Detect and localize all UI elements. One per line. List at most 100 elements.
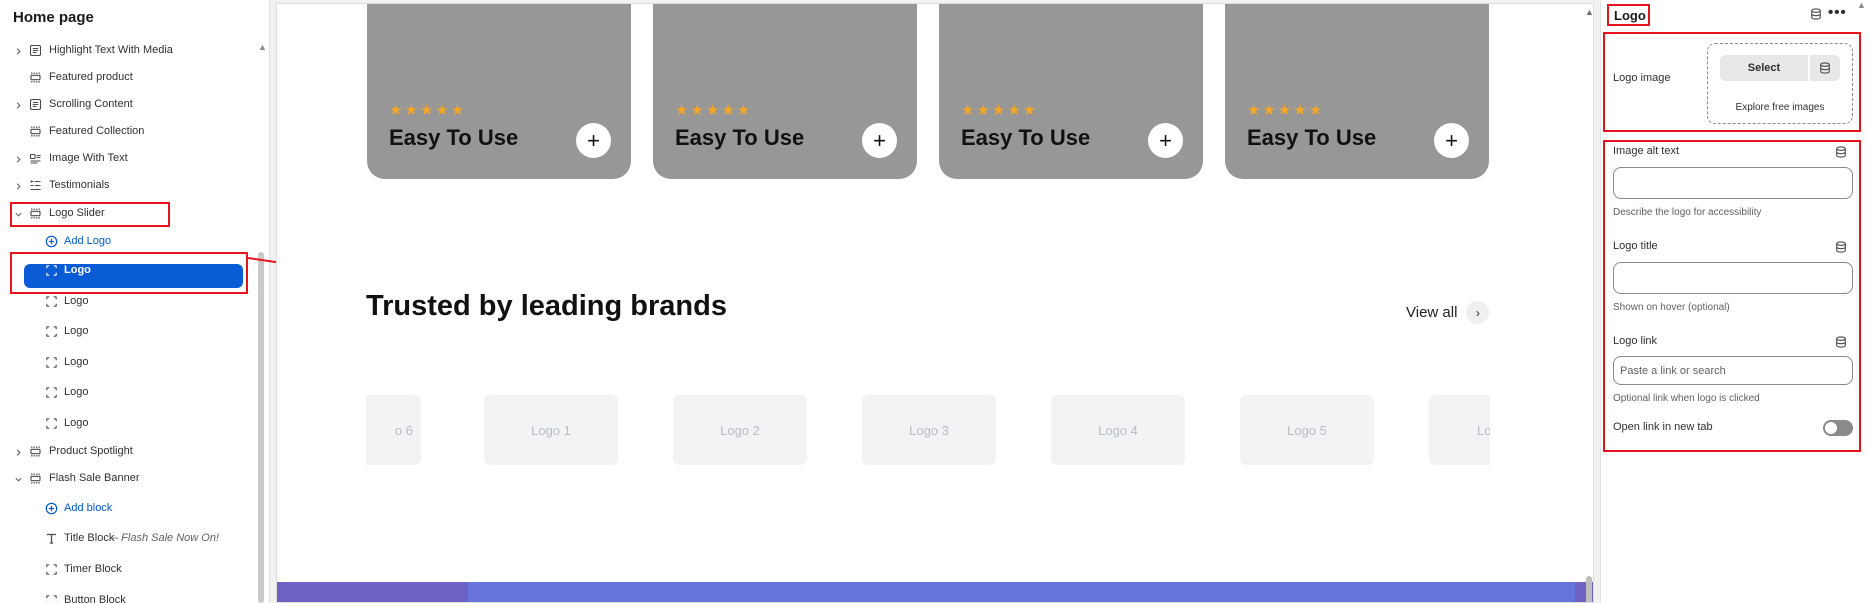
logo-tile[interactable]: Logo 3 — [862, 395, 996, 465]
rating-stars: ★★★★★ — [961, 102, 1039, 119]
block-row[interactable]: Timer Block — [0, 557, 256, 583]
section-row[interactable]: Featured product — [0, 65, 256, 91]
card-title: Easy To Use — [1247, 125, 1377, 150]
layout-section-icon — [29, 71, 42, 84]
card-plus-button[interactable]: + — [1148, 123, 1183, 158]
card-title: Easy To Use — [389, 125, 519, 150]
block-icon — [45, 295, 58, 308]
layout-section-icon — [29, 472, 42, 485]
scroll-up-arrow-icon[interactable]: ▲ — [258, 42, 267, 52]
section-row[interactable]: Testimonials — [0, 173, 256, 199]
tree-row-label: Logo — [64, 386, 89, 398]
logo-slider-strip: o 6 Logo 1 Logo 2 Logo 3 Logo 4 Logo 5 L… — [366, 392, 1490, 468]
logo-tile[interactable]: Lo — [1429, 395, 1490, 465]
section-row[interactable]: Flash Sale Banner — [0, 466, 256, 492]
tree-row-label: Button Block — [64, 594, 126, 603]
canvas-scroll-thumb[interactable] — [1586, 576, 1592, 602]
scroll-up-arrow-icon[interactable]: ▲ — [1585, 7, 1593, 17]
tree-row-label: Title Block — [64, 532, 115, 544]
card-plus-button[interactable]: + — [576, 123, 611, 158]
section-row[interactable]: Scrolling Content — [0, 92, 256, 118]
card-plus-button[interactable]: + — [1434, 123, 1469, 158]
text-t-icon — [45, 532, 58, 545]
tree-row-label: Featured Collection — [49, 125, 145, 137]
tree-row-subtitle: – Flash Sale Now On! — [112, 532, 219, 544]
text-section-icon — [29, 98, 42, 111]
plus-circle-icon — [45, 235, 58, 248]
chevron-right-icon[interactable] — [12, 45, 24, 57]
list-section-icon — [29, 179, 42, 192]
image-text-section-icon — [29, 152, 42, 165]
rating-stars: ★★★★★ — [675, 102, 753, 119]
view-all-label: View all — [1406, 304, 1458, 321]
database-icon[interactable] — [1810, 8, 1822, 20]
tree-row-label: Scrolling Content — [49, 98, 133, 110]
scroll-up-arrow-icon[interactable]: ▲ — [1857, 0, 1866, 10]
section-heading: Trusted by leading brands — [366, 290, 727, 322]
flash-sale-banner-gradient — [468, 582, 1575, 602]
rating-stars: ★★★★★ — [389, 102, 467, 119]
logo-tile[interactable]: o 6 — [366, 395, 421, 465]
chevron-down-icon[interactable] — [12, 473, 24, 485]
chevron-right-icon: › — [1466, 301, 1490, 324]
logo-tile[interactable]: Logo 5 — [1240, 395, 1374, 465]
tree-row-label: Logo — [64, 325, 89, 337]
block-icon — [45, 325, 58, 338]
section-row[interactable]: Product Spotlight — [0, 439, 256, 465]
card-plus-button[interactable]: + — [862, 123, 897, 158]
layout-section-icon — [29, 125, 42, 138]
block-icon — [45, 563, 58, 576]
rating-stars: ★★★★★ — [1247, 102, 1325, 119]
sections-sidebar: Home page Highlight Text With Media Featu… — [0, 0, 270, 603]
chevron-right-icon[interactable] — [12, 153, 24, 165]
block-icon — [45, 356, 58, 369]
block-row[interactable]: Logo — [0, 380, 256, 406]
section-row[interactable]: Highlight Text With Media — [0, 38, 256, 64]
feature-card: ★★★★★ Easy To Use + — [1225, 4, 1489, 179]
block-icon — [45, 417, 58, 430]
tree-row-label: Product Spotlight — [49, 445, 133, 457]
add-item-button[interactable]: Add block — [0, 496, 256, 522]
block-row[interactable]: Logo — [0, 411, 256, 437]
annotation-box-logo-image — [1603, 32, 1861, 132]
block-row[interactable]: Button Block — [0, 588, 256, 603]
tree-row-label: Logo — [64, 417, 89, 429]
chevron-right-icon[interactable] — [12, 446, 24, 458]
logo-tile[interactable]: Logo 4 — [1051, 395, 1185, 465]
block-icon — [45, 594, 58, 603]
chevron-right-icon[interactable] — [12, 99, 24, 111]
feature-card: ★★★★★ Easy To Use + — [653, 4, 917, 179]
view-all-link[interactable]: View all › — [1406, 301, 1490, 324]
annotation-box-panel-title — [1607, 4, 1650, 26]
logo-tile[interactable]: Logo 2 — [673, 395, 807, 465]
tree-row-label: Logo — [64, 295, 89, 307]
feature-card: ★★★★★ Easy To Use + — [939, 4, 1203, 179]
chevron-right-icon[interactable] — [12, 180, 24, 192]
block-row[interactable]: Title Block – Flash Sale Now On! — [0, 526, 256, 552]
tree-row-label: Add Logo — [64, 235, 112, 247]
block-row[interactable]: Logo — [0, 350, 256, 376]
section-row[interactable]: Featured Collection — [0, 119, 256, 145]
tree-row-label: Featured product — [49, 71, 133, 83]
layout-section-icon — [29, 445, 42, 458]
block-row[interactable]: Logo — [0, 319, 256, 345]
section-row[interactable]: Image With Text — [0, 146, 256, 172]
plus-circle-icon — [45, 502, 58, 515]
sidebar-scroll-thumb[interactable] — [258, 252, 264, 603]
tree-row-label: Logo — [64, 356, 89, 368]
more-options-icon[interactable]: ••• — [1828, 4, 1847, 21]
block-icon — [45, 386, 58, 399]
canvas-scrollbar[interactable]: ▲ — [1583, 4, 1593, 602]
tree-row-label: Flash Sale Banner — [49, 472, 140, 484]
tree-row-label: Timer Block — [64, 563, 122, 575]
card-title: Easy To Use — [961, 125, 1091, 150]
tree-row-label: Testimonials — [49, 179, 110, 191]
theme-editor: Home page Highlight Text With Media Featu… — [0, 0, 1870, 603]
text-section-icon — [29, 44, 42, 57]
logo-tile[interactable]: Logo 1 — [484, 395, 618, 465]
page-title: Home page — [13, 9, 94, 26]
tree-row-label: Highlight Text With Media — [49, 44, 173, 56]
tree-row-label: Image With Text — [49, 152, 128, 164]
sidebar-scrollbar[interactable]: ▲ — [256, 42, 267, 603]
preview-canvas: ★★★★★ Easy To Use + ★★★★★ Easy To Use + … — [276, 3, 1594, 603]
